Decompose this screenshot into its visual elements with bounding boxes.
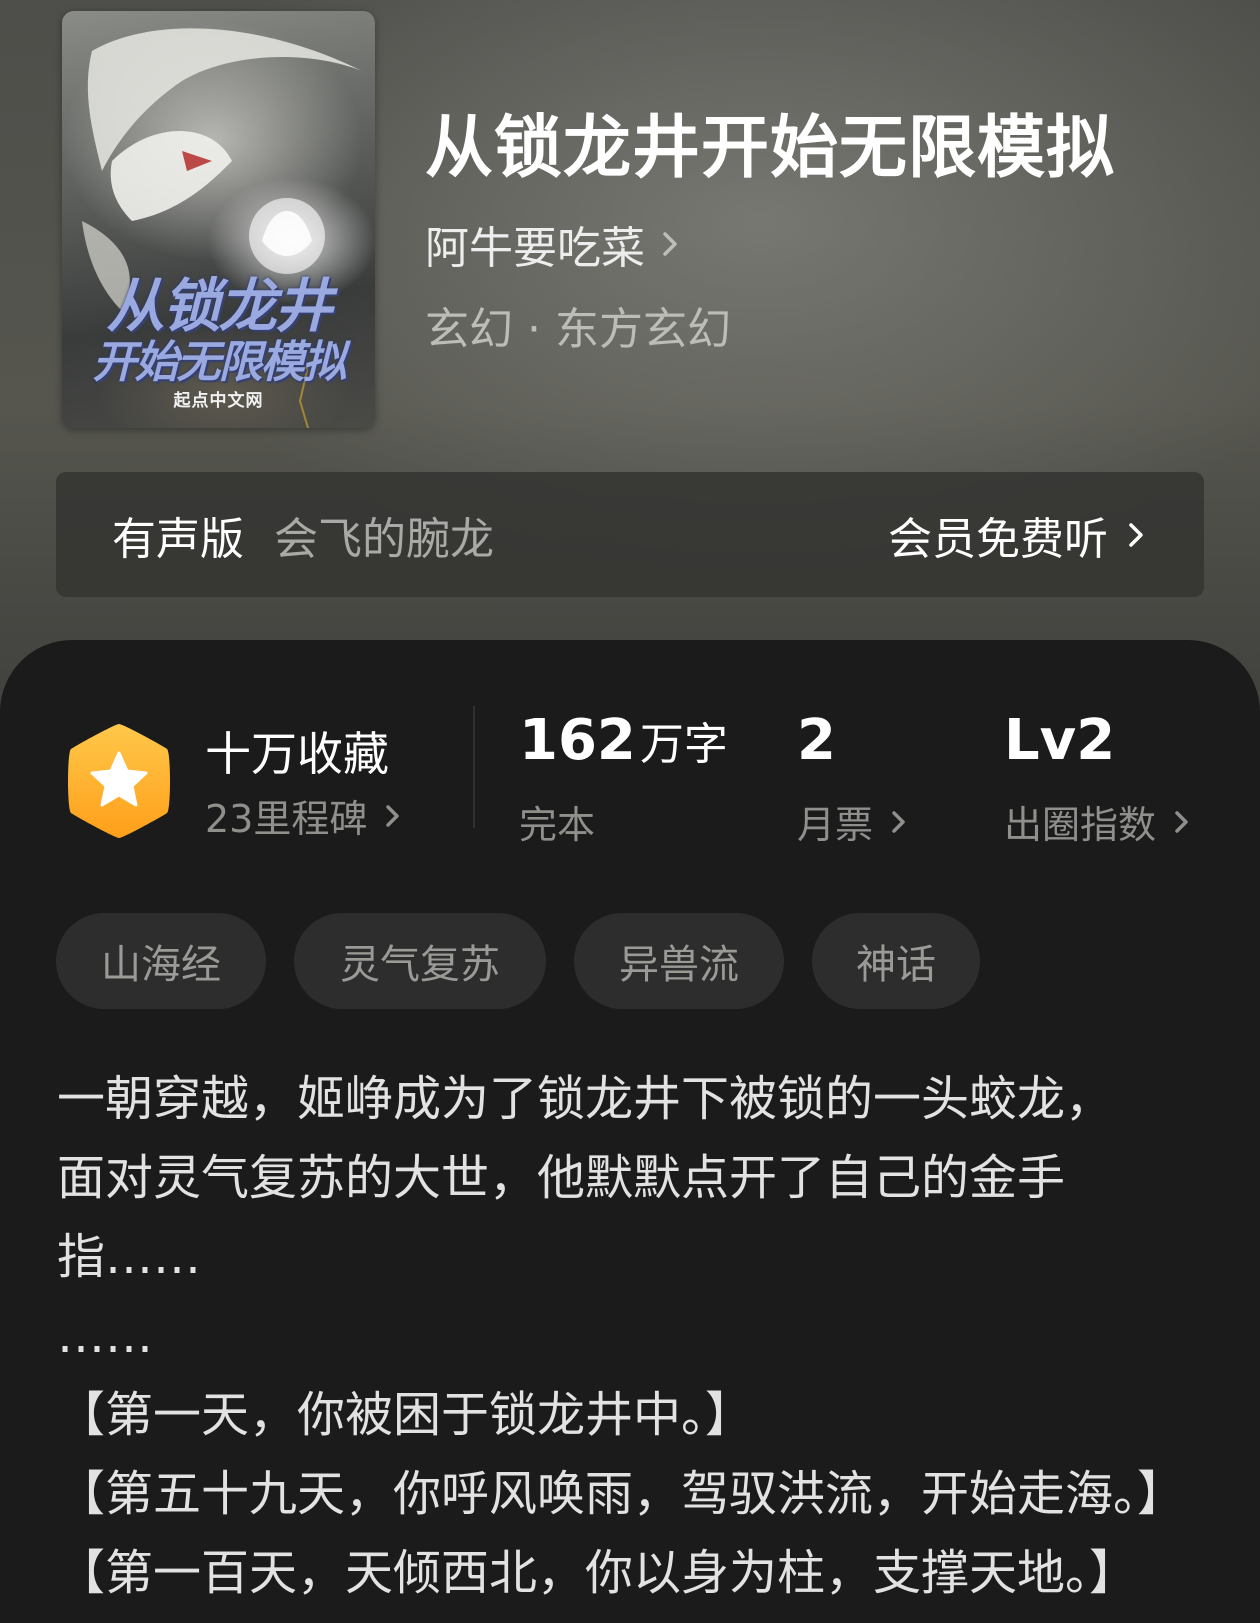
synopsis[interactable]: 一朝穿越，姬峥成为了锁龙井下被锁的一头蛟龙， 面对灵气复苏的大世，他默默点开了自… bbox=[57, 1060, 1207, 1613]
synopsis-line: …… bbox=[57, 1308, 153, 1364]
stats-divider bbox=[473, 706, 475, 828]
tag-lingqi-fusu[interactable]: 灵气复苏 bbox=[294, 913, 546, 1009]
author-name: 阿牛要吃菜 bbox=[425, 223, 645, 274]
audio-narrator: 会飞的腕龙 bbox=[274, 513, 494, 565]
collection-count: 十万收藏 bbox=[205, 727, 389, 781]
member-free-listen-label: 会员免费听 bbox=[888, 513, 1108, 565]
popularity-index-link[interactable]: 出圈指数 bbox=[1004, 794, 1192, 849]
chevron-right-icon bbox=[1129, 522, 1143, 547]
audio-version-bar[interactable]: 有声版 会飞的腕龙 会员免费听 bbox=[56, 472, 1204, 597]
word-count-unit: 万字 bbox=[639, 719, 728, 770]
cover-title-line-2: 开始无限模拟 bbox=[92, 337, 347, 388]
chevron-right-icon bbox=[386, 804, 400, 827]
monthly-ticket-link[interactable]: 月票 bbox=[797, 794, 909, 849]
synopsis-line: 【第一天，你被困于锁龙井中。】 bbox=[57, 1387, 754, 1443]
synopsis-line: 指…… bbox=[57, 1229, 202, 1285]
star-hexagon-icon[interactable] bbox=[63, 720, 175, 842]
author-link[interactable]: 阿牛要吃菜 bbox=[425, 212, 683, 276]
book-title: 从锁龙井开始无限模拟 bbox=[425, 108, 1116, 188]
tag-shanhaijing[interactable]: 山海经 bbox=[56, 913, 266, 1009]
synopsis-line: 【第一百天，天倾西北，你以身为柱，支撑天地。】 bbox=[57, 1545, 1138, 1601]
member-free-listen-button[interactable]: 会员免费听 bbox=[888, 472, 1148, 597]
word-count: 162万字 bbox=[519, 708, 728, 773]
book-cover[interactable]: 从锁龙井 开始无限模拟 起点中文网 bbox=[62, 11, 375, 428]
milestone-link[interactable]: 23里程碑 bbox=[205, 788, 403, 843]
tag-yishou-liu[interactable]: 异兽流 bbox=[574, 913, 784, 1009]
chevron-right-icon bbox=[663, 232, 677, 256]
synopsis-line: 【第五十九天，你呼风唤雨，驾驭洪流，开始走海。】 bbox=[57, 1466, 1186, 1522]
synopsis-line: 面对灵气复苏的大世，他默默点开了自己的金手 bbox=[57, 1150, 1066, 1206]
popularity-level: Lv2 bbox=[1004, 708, 1116, 773]
milestone-label: 23里程碑 bbox=[205, 797, 368, 841]
completion-status: 完本 bbox=[519, 794, 595, 849]
synopsis-line: 一朝穿越，姬峥成为了锁龙井下被锁的一头蛟龙， bbox=[57, 1071, 1114, 1127]
popularity-index-label: 出圈指数 bbox=[1004, 803, 1157, 847]
chevron-right-icon bbox=[1175, 810, 1188, 833]
tag-shenhua[interactable]: 神话 bbox=[812, 913, 980, 1009]
monthly-ticket-label: 月票 bbox=[797, 803, 874, 847]
monthly-ticket-count: 2 bbox=[797, 708, 836, 773]
genre-label: 玄幻 · 东方玄幻 bbox=[425, 304, 731, 355]
completion-status-label: 完本 bbox=[519, 803, 596, 847]
book-detail-page: 从锁龙井 开始无限模拟 起点中文网 从锁龙井开始无限模拟 阿牛要吃菜 玄幻 · … bbox=[0, 0, 1260, 1623]
chevron-right-icon bbox=[892, 810, 905, 833]
word-count-value: 162 bbox=[519, 708, 636, 773]
audio-version-label: 有声版 bbox=[112, 513, 244, 565]
cover-publisher: 起点中文网 bbox=[173, 391, 264, 411]
